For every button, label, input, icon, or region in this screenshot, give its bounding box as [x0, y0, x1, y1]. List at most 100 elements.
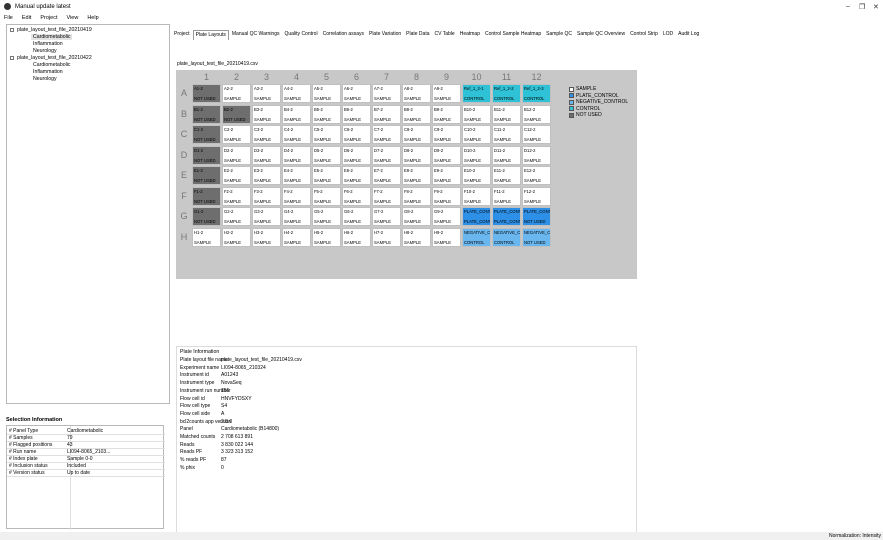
plate-well[interactable]: Ref_1_2-1 CONTROL: [462, 84, 491, 103]
plate-well[interactable]: B6-2 SAMPLE: [342, 104, 371, 124]
plate-well[interactable]: F8-2 SAMPLE: [402, 186, 431, 206]
plate-well[interactable]: H5-2 SAMPLE: [312, 227, 341, 247]
plate-well[interactable]: E4-2 SAMPLE: [282, 166, 311, 185]
plate-well[interactable]: F7-2 SAMPLE: [372, 186, 401, 206]
tab-quality-control[interactable]: Quality Control: [283, 30, 320, 40]
plate-well[interactable]: H7-2 SAMPLE: [372, 227, 401, 247]
plate-well[interactable]: H1-2 SAMPLE: [192, 227, 221, 247]
plate-well[interactable]: G8-2 SAMPLE: [402, 207, 431, 226]
plate-well[interactable]: Ref_1_2-2 CONTROL: [492, 84, 521, 103]
plate-well[interactable]: A6-2 SAMPLE: [342, 84, 371, 103]
plate-well[interactable]: B1-2 NOT USED: [192, 104, 221, 124]
plate-well[interactable]: G4-2 SAMPLE: [282, 207, 311, 226]
menu-edit[interactable]: Edit: [22, 15, 31, 21]
plate-well[interactable]: C1-2 NOT USED: [192, 125, 221, 144]
plate-well[interactable]: F12-2 SAMPLE: [522, 186, 551, 206]
plate-well[interactable]: F2-2 SAMPLE: [222, 186, 251, 206]
plate-well[interactable]: E11-2 SAMPLE: [492, 166, 521, 185]
plate-well[interactable]: G6-2 SAMPLE: [342, 207, 371, 226]
plate-well[interactable]: C5-2 SAMPLE: [312, 125, 341, 144]
menu-help[interactable]: Help: [87, 15, 98, 21]
plate-well[interactable]: D10-2 SAMPLE: [462, 145, 491, 165]
tree-item-panel[interactable]: Neurology: [33, 76, 57, 82]
plate-well[interactable]: C10-2 SAMPLE: [462, 125, 491, 144]
tree-item-file[interactable]: plate_layout_test_file_20210422: [17, 55, 92, 61]
plate-well[interactable]: F9-2 SAMPLE: [432, 186, 461, 206]
plate-well[interactable]: NEGATIVE_CONTROL CONTROL: [492, 227, 521, 247]
plate-well[interactable]: G7-2 SAMPLE: [372, 207, 401, 226]
plate-well[interactable]: B2-2 NOT USED: [222, 104, 251, 124]
plate-well[interactable]: E3-2 SAMPLE: [252, 166, 281, 185]
minimize-button[interactable]: –: [846, 3, 850, 10]
plate-well[interactable]: E9-2 SAMPLE: [432, 166, 461, 185]
tree-item-panel[interactable]: Inflammation: [33, 41, 63, 47]
plate-well[interactable]: G9-2 SAMPLE: [432, 207, 461, 226]
plate-well[interactable]: F6-2 SAMPLE: [342, 186, 371, 206]
plate-well[interactable]: E2-2 SAMPLE: [222, 166, 251, 185]
plate-well[interactable]: E10-2 SAMPLE: [462, 166, 491, 185]
tree-item-file[interactable]: plate_layout_test_file_20210419: [17, 27, 92, 33]
collapse-icon[interactable]: [10, 56, 14, 60]
plate-well[interactable]: PLATE_CONTROL PLATE_CONTROL: [492, 207, 521, 226]
plate-well[interactable]: F11-2 SAMPLE: [492, 186, 521, 206]
plate-well[interactable]: NEGATIVE_CONTROL NOT USED: [522, 227, 551, 247]
plate-well[interactable]: C6-2 SAMPLE: [342, 125, 371, 144]
plate-well[interactable]: B11-2 SAMPLE: [492, 104, 521, 124]
tab-plate-layouts[interactable]: Plate Layouts: [192, 30, 229, 40]
plate-well[interactable]: H2-2 SAMPLE: [222, 227, 251, 247]
plate-well[interactable]: A3-2 SAMPLE: [252, 84, 281, 103]
tab-heatmap[interactable]: Heatmap: [458, 30, 482, 40]
plate-well[interactable]: F4-2 SAMPLE: [282, 186, 311, 206]
menu-file[interactable]: File: [4, 15, 13, 21]
tab-sample-qc-overview[interactable]: Sample QC Overview: [575, 30, 627, 40]
plate-well[interactable]: A7-2 SAMPLE: [372, 84, 401, 103]
plate-well[interactable]: H9-2 SAMPLE: [432, 227, 461, 247]
plate-well[interactable]: H6-2 SAMPLE: [342, 227, 371, 247]
plate-well[interactable]: A8-2 SAMPLE: [402, 84, 431, 103]
plate-well[interactable]: D12-2 SAMPLE: [522, 145, 551, 165]
plate-well[interactable]: Ref_1_2-3 CONTROL: [522, 84, 551, 103]
menu-project[interactable]: Project: [40, 15, 57, 21]
plate-well[interactable]: F10-2 SAMPLE: [462, 186, 491, 206]
plate-well[interactable]: D4-2 SAMPLE: [282, 145, 311, 165]
plate-well[interactable]: B5-2 SAMPLE: [312, 104, 341, 124]
maximize-button[interactable]: ❐: [859, 3, 865, 11]
tab-lod[interactable]: LOD: [661, 30, 675, 40]
plate-well[interactable]: F5-2 SAMPLE: [312, 186, 341, 206]
tab-sample-qc[interactable]: Sample QC: [544, 30, 574, 40]
plate-well[interactable]: C8-2 SAMPLE: [402, 125, 431, 144]
plate-well[interactable]: B3-2 SAMPLE: [252, 104, 281, 124]
plate-well[interactable]: NEGATIVE_CONTROL CONTROL: [462, 227, 491, 247]
collapse-icon[interactable]: [10, 28, 14, 32]
plate-well[interactable]: C3-2 SAMPLE: [252, 125, 281, 144]
plate-well[interactable]: D7-2 SAMPLE: [372, 145, 401, 165]
plate-well[interactable]: H8-2 SAMPLE: [402, 227, 431, 247]
tree-item-panel[interactable]: Cardiometabolic: [31, 34, 73, 40]
plate-well[interactable]: D8-2 SAMPLE: [402, 145, 431, 165]
plate-well[interactable]: C11-2 SAMPLE: [492, 125, 521, 144]
tab-manual-qc-warnings[interactable]: Manual QC Warnings: [230, 30, 282, 40]
plate-well[interactable]: B4-2 SAMPLE: [282, 104, 311, 124]
plate-well[interactable]: PLATE_CONTROL PLATE_CONTROL: [462, 207, 491, 226]
plate-well[interactable]: A2-2 SAMPLE: [222, 84, 251, 103]
plate-well[interactable]: G1-2 NOT USED: [192, 207, 221, 226]
plate-well[interactable]: C2-2 SAMPLE: [222, 125, 251, 144]
plate-well[interactable]: G3-2 SAMPLE: [252, 207, 281, 226]
plate-well[interactable]: E12-2 SAMPLE: [522, 166, 551, 185]
plate-well[interactable]: F3-2 SAMPLE: [252, 186, 281, 206]
tree-item-panel[interactable]: Neurology: [33, 48, 57, 54]
plate-well[interactable]: A1-2 NOT USED: [192, 84, 221, 103]
menu-view[interactable]: View: [66, 15, 78, 21]
plate-well[interactable]: A5-2 SAMPLE: [312, 84, 341, 103]
plate-well[interactable]: PLATE_CONTROL NOT USED: [522, 207, 551, 226]
tree-item-panel[interactable]: Inflammation: [33, 69, 63, 75]
plate-well[interactable]: B7-2 SAMPLE: [372, 104, 401, 124]
plate-well[interactable]: A4-2 SAMPLE: [282, 84, 311, 103]
plate-well[interactable]: C7-2 SAMPLE: [372, 125, 401, 144]
tab-control-sample-heatmap[interactable]: Control Sample Heatmap: [483, 30, 543, 40]
plate-well[interactable]: G5-2 SAMPLE: [312, 207, 341, 226]
plate-well[interactable]: E7-2 SAMPLE: [372, 166, 401, 185]
plate-well[interactable]: H3-2 SAMPLE: [252, 227, 281, 247]
plate-well[interactable]: C4-2 SAMPLE: [282, 125, 311, 144]
plate-well[interactable]: B12-2 SAMPLE: [522, 104, 551, 124]
